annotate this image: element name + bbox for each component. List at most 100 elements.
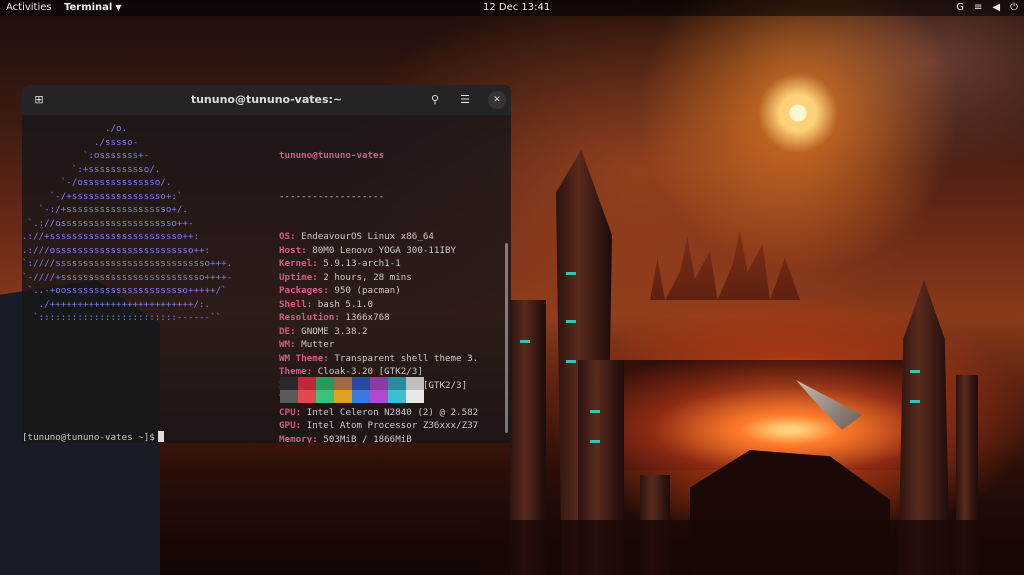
info-key: Packages: [279, 285, 324, 296]
info-value: Mutter: [301, 339, 335, 350]
text-cursor: [157, 431, 164, 442]
color-swatch: [280, 377, 298, 390]
app-menu-button[interactable]: Terminal ▼: [64, 0, 122, 16]
info-value: EndeavourOS Linux x86_64: [301, 231, 434, 242]
top-bar: Activities Terminal ▼ 12 Dec 13:41 G ≡ ◀ …: [0, 0, 1024, 16]
info-row: GPU: Intel Atom Processor Z36xxx/Z37: [279, 419, 511, 433]
logo-line: `:////ssssssssssssssssssssssssssso+++.: [22, 258, 233, 269]
search-icon: ⚲: [430, 93, 440, 106]
info-key: WM: [279, 339, 291, 350]
terminal-titlebar[interactable]: ⊞ tununo@tununo-vates:~ ⚲ ☰ ✕: [22, 85, 511, 115]
logo-line: `-:/+sssssssssssssssssso+/.: [22, 204, 188, 215]
info-value: Intel Celeron N2840 (2) @ 2.582: [306, 406, 479, 418]
hamburger-menu-icon: ☰: [460, 93, 470, 106]
network-icon[interactable]: ≡: [974, 0, 982, 16]
info-colon: :: [323, 352, 335, 364]
info-value: 5.9.13-arch1-1: [323, 258, 401, 269]
logo-line: .:///osssssssssssssssssssssssso++:: [22, 244, 211, 256]
terminal-window[interactable]: ⊞ tununo@tununo-vates:~ ⚲ ☰ ✕ ./o. ./sss…: [22, 85, 511, 443]
system-tray[interactable]: G ≡ ◀ ⏻: [956, 0, 1018, 16]
color-swatch: [298, 390, 316, 403]
logo-line: ./o.: [22, 123, 128, 134]
info-colon: :: [295, 420, 307, 431]
logo-line: `-/ossssssssssssso/.: [22, 177, 172, 188]
wallpaper-distant-city: [650, 230, 800, 300]
logo-line: `-/+sssssssssssssssso+:`: [22, 190, 183, 202]
logo-line: `:+sssssssssso/.: [22, 163, 161, 175]
color-swatch: [406, 377, 424, 390]
info-row: WM Theme: Transparent shell theme 3.: [279, 352, 511, 366]
info-key: Shell: [279, 298, 307, 310]
info-colon: :: [334, 312, 346, 323]
color-swatch: [406, 390, 424, 403]
info-row: OS: EndeavourOS Linux x86_64: [279, 230, 511, 244]
logo-line: `:osssssss+-: [22, 150, 150, 161]
wallpaper-light: [566, 272, 576, 275]
search-button[interactable]: ⚲: [426, 91, 444, 109]
scrollbar[interactable]: [505, 243, 508, 433]
info-value: 1366x768: [345, 312, 390, 323]
info-colon: :: [290, 339, 302, 350]
shell-prompt[interactable]: [tununo@tununo-vates ~]$: [22, 431, 164, 443]
info-key: Theme: [279, 366, 307, 377]
info-key: Resolution: [279, 312, 335, 323]
info-value: bash 5.1.0: [317, 298, 374, 310]
activities-button[interactable]: Activities: [6, 0, 52, 16]
color-swatch: [298, 377, 316, 390]
chevron-down-icon: ▼: [115, 3, 122, 12]
info-key: OS: [279, 231, 291, 242]
info-key: Uptime: [279, 271, 313, 283]
info-colon: :: [312, 433, 324, 444]
color-swatch: [316, 390, 334, 403]
info-colon: :: [312, 258, 324, 269]
info-row: Memory: 503MiB / 1866MiB: [279, 433, 511, 444]
info-key: WM Theme: [279, 352, 324, 364]
color-swatch: [352, 377, 370, 390]
logo-line: `.://osssssssssssssssssssso++-: [22, 217, 194, 229]
info-value: 80M0 Lenovo YOGA 300-11IBY: [312, 244, 457, 256]
logo-line: ./++++++++++++++++++++++++++/:.: [22, 298, 211, 310]
app-menu-label: Terminal: [64, 2, 113, 13]
power-icon[interactable]: ⏻: [1010, 0, 1018, 16]
color-swatch: [388, 390, 406, 403]
logo-line: ./sssso-: [22, 136, 139, 148]
color-swatch: [388, 377, 406, 390]
info-colon: :: [323, 285, 335, 296]
wallpaper-light: [910, 400, 920, 403]
color-swatch: [334, 377, 352, 390]
color-swatch: [316, 377, 334, 390]
wallpaper-light: [566, 320, 576, 323]
info-colon: :: [290, 325, 302, 337]
info-key: CPU: [279, 406, 296, 418]
info-row: Host: 80M0 Lenovo YOGA 300-11IBY: [279, 244, 511, 258]
separator: -------------------: [279, 190, 385, 202]
info-key: DE: [279, 325, 291, 337]
info-colon: :: [312, 271, 324, 283]
info-value: Cloak-3.20 [GTK2/3]: [317, 366, 423, 377]
color-palette: [280, 377, 425, 403]
menu-button[interactable]: ☰: [456, 91, 474, 109]
wallpaper-foreground: [480, 520, 1024, 575]
info-value: 950 (pacman): [334, 285, 401, 296]
wallpaper-light: [590, 410, 600, 413]
info-value: GNOME 3.38.2: [301, 325, 368, 337]
logo-line: `:::::::::::::::::::::::::------``: [22, 312, 222, 323]
info-row: Packages: 950 (pacman): [279, 284, 511, 298]
info-row: Kernel: 5.9.13-arch1-1: [279, 257, 511, 271]
info-row: Uptime: 2 hours, 28 mins: [279, 271, 511, 285]
distro-ascii-logo: ./o. ./sssso- `:osssssss+- `:+ssssssssss…: [22, 122, 280, 325]
info-key: GPU: [279, 420, 296, 431]
volume-icon[interactable]: ◀: [992, 0, 1000, 16]
logo-line: .://+ssssssssssssssssssssssso++:: [22, 231, 200, 242]
logo-line: `..-+oossssssssssssssssssssso+++++/`: [22, 285, 227, 296]
wallpaper-light: [566, 360, 576, 363]
info-value: 2 hours, 28 mins: [323, 271, 412, 283]
info-colon: :: [306, 366, 318, 377]
input-source-indicator[interactable]: G: [956, 0, 964, 16]
clock[interactable]: 12 Dec 13:41: [483, 0, 550, 16]
color-swatch: [280, 390, 298, 403]
terminal-output[interactable]: ./o. ./sssso- `:osssssss+- `:+ssssssssss…: [22, 115, 511, 443]
wallpaper-light: [520, 340, 530, 343]
close-button[interactable]: ✕: [488, 91, 506, 109]
prompt-text: [tununo@tununo-vates ~]$: [22, 432, 155, 443]
